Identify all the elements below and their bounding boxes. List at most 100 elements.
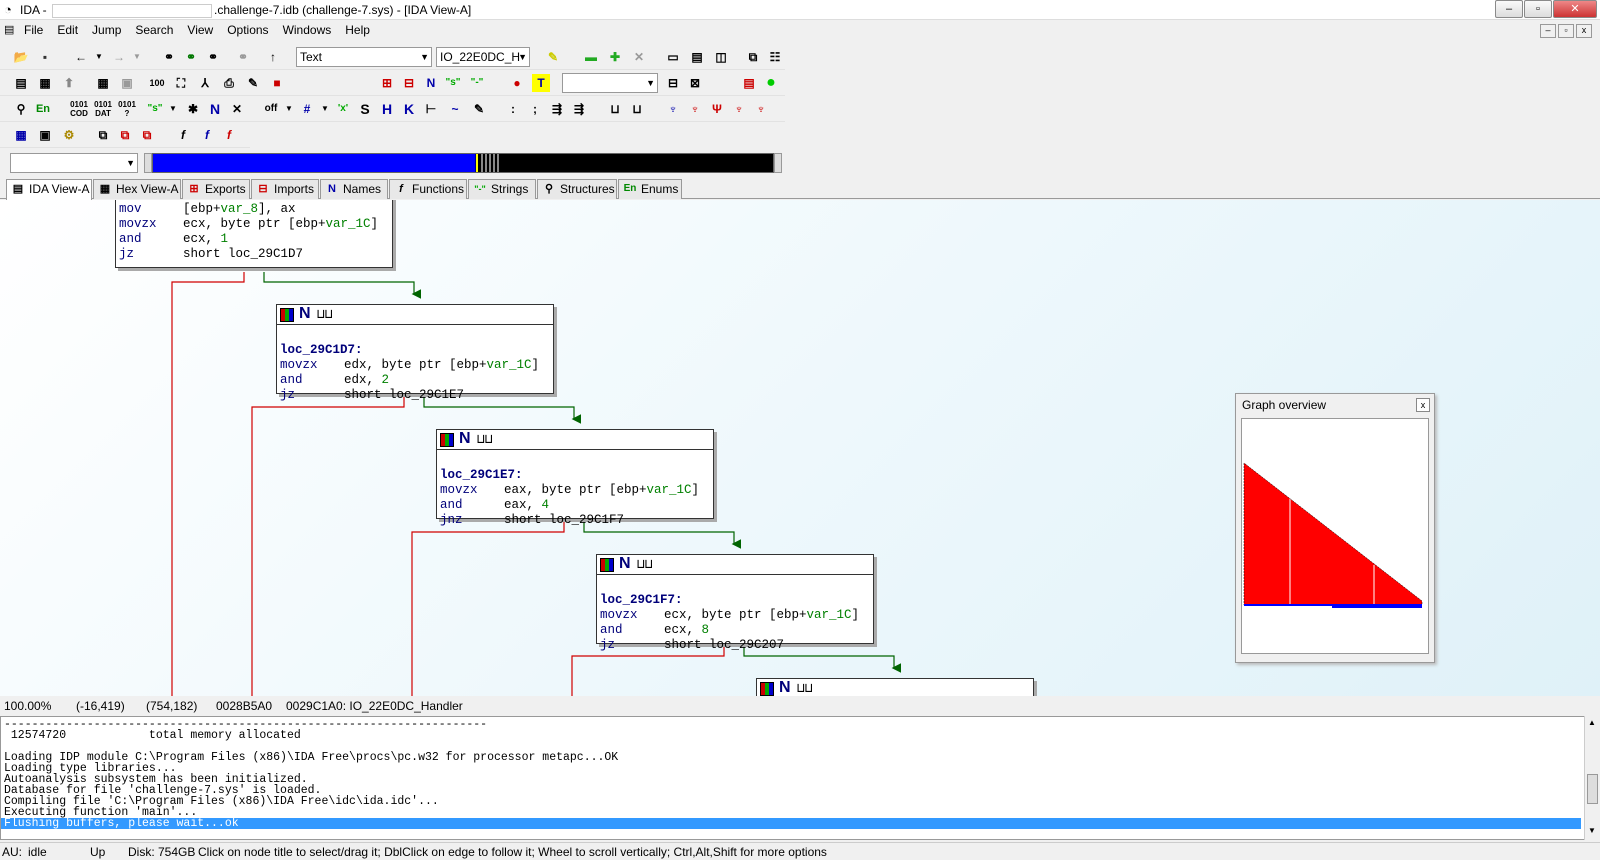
name-n-icon[interactable]: N <box>206 100 224 118</box>
hash-dropdown-icon[interactable]: ▼ <box>316 100 334 118</box>
binoculars-icon[interactable]: ⚭ <box>160 48 178 66</box>
code-icon[interactable]: 0101 COD <box>70 100 88 118</box>
hash-icon[interactable]: # <box>298 100 316 118</box>
semicolon-icon[interactable]: ; <box>526 100 544 118</box>
up-arrow-icon[interactable]: ⬆ <box>60 74 78 92</box>
graph-node[interactable]: N ⊔⊔ loc_29C1E7: movzx eax, byte ptr [ebp+… <box>436 429 714 527</box>
disk-icon[interactable]: ▣ <box>118 74 136 92</box>
k-icon[interactable]: K <box>400 100 418 118</box>
struct-h-icon[interactable]: H <box>378 100 396 118</box>
expand-icon[interactable]: ✚ <box>606 48 624 66</box>
tree3-icon[interactable]: Ψ <box>708 100 726 118</box>
search-disabled-icon[interactable]: ⚭ <box>234 48 252 66</box>
mdi-minimize-button[interactable]: – <box>1540 24 1556 38</box>
calc2-icon[interactable]: ▦ <box>12 126 30 144</box>
output-scrollbar[interactable]: ▲ ▼ <box>1584 716 1600 840</box>
tilde-icon[interactable]: ~ <box>446 100 464 118</box>
mdi-close-button[interactable]: x <box>1576 24 1592 38</box>
colon-icon[interactable]: : <box>504 100 522 118</box>
string-s-icon[interactable]: "s" <box>146 100 164 118</box>
copy-icon[interactable]: ⧉ <box>94 126 112 144</box>
percent-icon[interactable]: 100 <box>148 74 166 92</box>
output-window[interactable]: ----------------------------------------… <box>0 716 1600 840</box>
doc-icon[interactable]: ▤ <box>12 74 30 92</box>
run-icon[interactable]: ● <box>762 74 780 92</box>
tab-imports[interactable]: ⊟ Imports <box>251 179 319 199</box>
graph-icon[interactable]: ⊔⊔ <box>317 307 333 322</box>
wrench-icon[interactable]: ✎ <box>244 74 262 92</box>
nav-band-bar[interactable] <box>152 153 774 173</box>
copy-red2-icon[interactable]: ⧉ <box>138 126 156 144</box>
cursor-icon[interactable]: ↑ <box>264 48 282 66</box>
gear-icon[interactable]: ⚙ <box>60 126 78 144</box>
graph-icon[interactable]: ⊔⊔ <box>477 432 493 447</box>
node-title[interactable]: N ⊔⊔ <box>757 679 1033 696</box>
close-icon[interactable]: x <box>1416 398 1430 412</box>
pencil-icon[interactable]: ✎ <box>470 100 488 118</box>
save-icon[interactable]: ▪ <box>36 48 54 66</box>
rename-icon[interactable]: N <box>299 306 311 322</box>
function-delete-icon[interactable]: f <box>220 126 238 144</box>
rename-icon[interactable]: N <box>619 556 631 572</box>
offset-dropdown-icon[interactable]: ▼ <box>280 100 298 118</box>
back-dropdown-icon[interactable]: ▼ <box>90 48 108 66</box>
scroll-thumb[interactable] <box>1587 774 1598 804</box>
open-icon[interactable]: 📂 <box>12 48 30 66</box>
window-list-icon[interactable]: ☷ <box>766 48 784 66</box>
node-title[interactable]: N ⊔⊔ <box>437 430 713 450</box>
close-button[interactable]: ✕ <box>1553 0 1597 18</box>
print-icon[interactable]: ⎙ <box>220 74 238 92</box>
minimize-button[interactable]: – <box>1495 0 1523 18</box>
window-cols-icon[interactable]: ◫ <box>712 48 730 66</box>
data-icon[interactable]: 0101 DAT <box>94 100 112 118</box>
graph-overview-canvas[interactable] <box>1241 418 1429 654</box>
rename-icon[interactable]: N <box>459 431 471 447</box>
menu-edit[interactable]: Edit <box>51 20 86 37</box>
window-split-icon[interactable]: ▤ <box>688 48 706 66</box>
mdi-restore-button[interactable]: ▫ <box>1558 24 1574 38</box>
menu-file[interactable]: File <box>18 20 51 37</box>
collapse-icon[interactable]: ▬ <box>582 48 600 66</box>
function-edit-icon[interactable]: f <box>198 126 216 144</box>
offset-icon[interactable]: off <box>262 100 280 118</box>
nav-band-left-handle[interactable] <box>144 153 152 173</box>
cross-icon[interactable]: ✕ <box>228 100 246 118</box>
graph-flow-icon[interactable]: ⊔ <box>606 100 624 118</box>
forward-dropdown-icon[interactable]: ▼ <box>128 48 146 66</box>
script-icon[interactable]: ▤ <box>740 74 758 92</box>
scroll-up-icon[interactable]: ▲ <box>1588 718 1596 727</box>
graph-nodes-icon[interactable]: ⛶ <box>172 74 190 92</box>
graph-node[interactable]: N ⊔⊔ <box>756 678 1034 696</box>
xref-from-icon[interactable]: ⇶ <box>570 100 588 118</box>
segment-s-icon[interactable]: S <box>356 100 374 118</box>
tab-enums[interactable]: En Enums <box>618 179 682 199</box>
graph-call-icon[interactable]: ⊔ <box>628 100 646 118</box>
palette-icon[interactable]: ■ <box>268 74 286 92</box>
graph-icon[interactable]: ⊔⊔ <box>797 681 813 696</box>
tab-exports[interactable]: ⊞ Exports <box>182 179 250 199</box>
restore-button[interactable]: ▫ <box>1524 0 1552 18</box>
tab-names[interactable]: N Names <box>320 179 388 199</box>
flow-chart-icon[interactable]: ⅄ <box>196 74 214 92</box>
tree5-icon[interactable]: ♆ <box>752 100 770 118</box>
debug-settings-icon[interactable]: ⊟ <box>664 74 682 92</box>
output-line-selected[interactable]: Flushing buffers, please wait...ok <box>1 818 1581 829</box>
tree1-icon[interactable]: ♆ <box>664 100 682 118</box>
tab-strings[interactable]: "-" Strings <box>468 179 536 199</box>
function-select[interactable]: IO_22E0DC_H ▼ <box>436 47 530 67</box>
strings2-icon[interactable]: "-" <box>468 74 486 92</box>
scroll-down-icon[interactable]: ▼ <box>1588 826 1596 835</box>
string-dropdown-icon[interactable]: ▼ <box>164 100 182 118</box>
graph-overview-panel[interactable]: Graph overview x <box>1235 393 1435 663</box>
segment-select[interactable]: ▼ <box>10 153 138 173</box>
menu-search[interactable]: Search <box>129 20 181 37</box>
tab-structures[interactable]: ⚲ Structures <box>537 179 617 199</box>
menu-jump[interactable]: Jump <box>86 20 129 37</box>
search-text-icon[interactable]: ⚭ <box>204 48 222 66</box>
tab-hex-view-a[interactable]: ▦ Hex View-A <box>93 179 181 199</box>
tab-functions[interactable]: f Functions <box>389 179 467 199</box>
menu-help[interactable]: Help <box>339 20 378 37</box>
search-next-icon[interactable]: ⚭ <box>182 48 200 66</box>
node-title[interactable]: N ⊔⊔ <box>597 555 873 575</box>
debugger-select[interactable]: ▼ <box>562 73 658 93</box>
